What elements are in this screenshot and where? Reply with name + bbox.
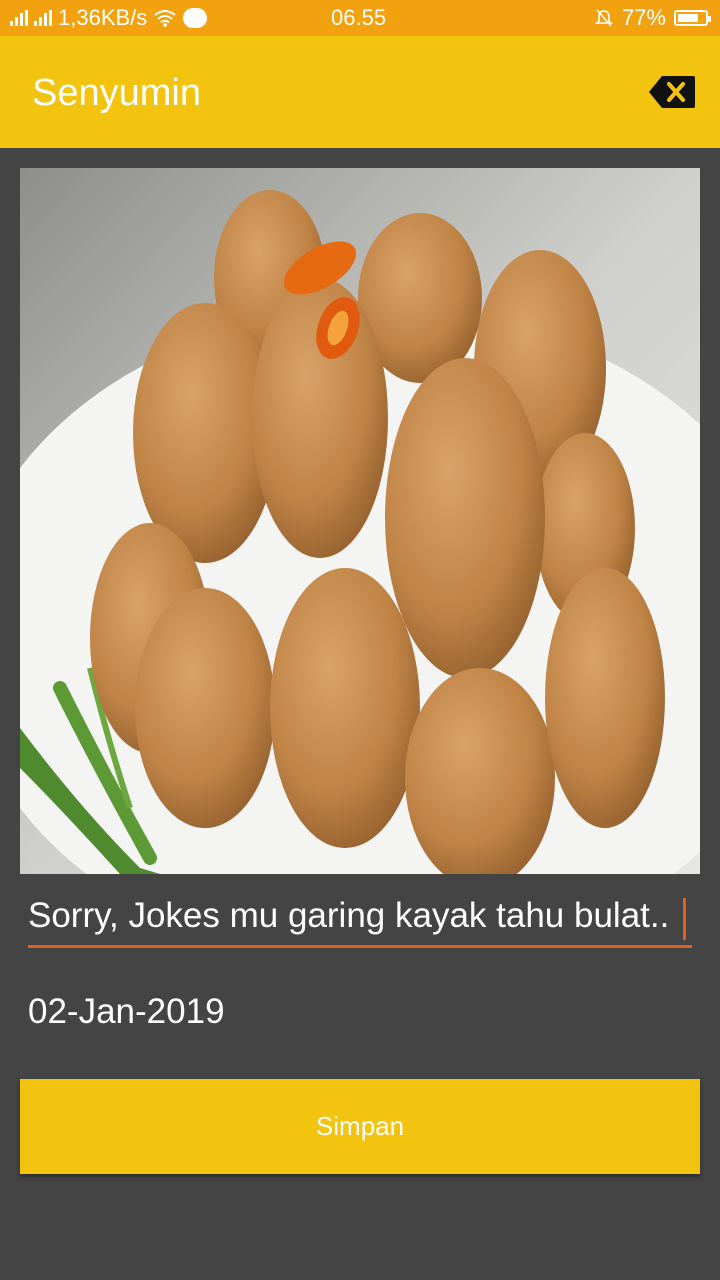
caption-input[interactable]: Sorry, Jokes mu garing kayak tahu bulat.… <box>28 896 692 948</box>
signal-icon <box>34 10 52 26</box>
caption-text: Sorry, Jokes mu garing kayak tahu bulat.… <box>28 896 670 935</box>
status-left: 1,36KB/s <box>10 5 208 31</box>
chat-notification-icon <box>183 8 208 28</box>
battery-icon <box>674 10 711 26</box>
wifi-icon <box>154 10 176 27</box>
date-label[interactable]: 02-Jan-2019 <box>28 992 225 1032</box>
network-speed: 1,36KB/s <box>58 5 148 30</box>
status-bar: 1,36KB/s 06.55 77% <box>0 0 720 36</box>
app-bar: Senyumin <box>0 36 720 148</box>
mute-bell-icon <box>595 9 613 27</box>
status-time: 06.55 <box>331 5 387 30</box>
text-cursor <box>683 898 686 940</box>
app-title: Senyumin <box>32 72 201 114</box>
food-photo <box>20 168 700 874</box>
battery-percent: 77% <box>621 5 666 30</box>
signal-icon <box>10 10 28 26</box>
status-right: 77% <box>594 5 711 31</box>
save-button[interactable]: Simpan <box>20 1079 700 1174</box>
delete-backspace-icon[interactable] <box>648 74 696 110</box>
